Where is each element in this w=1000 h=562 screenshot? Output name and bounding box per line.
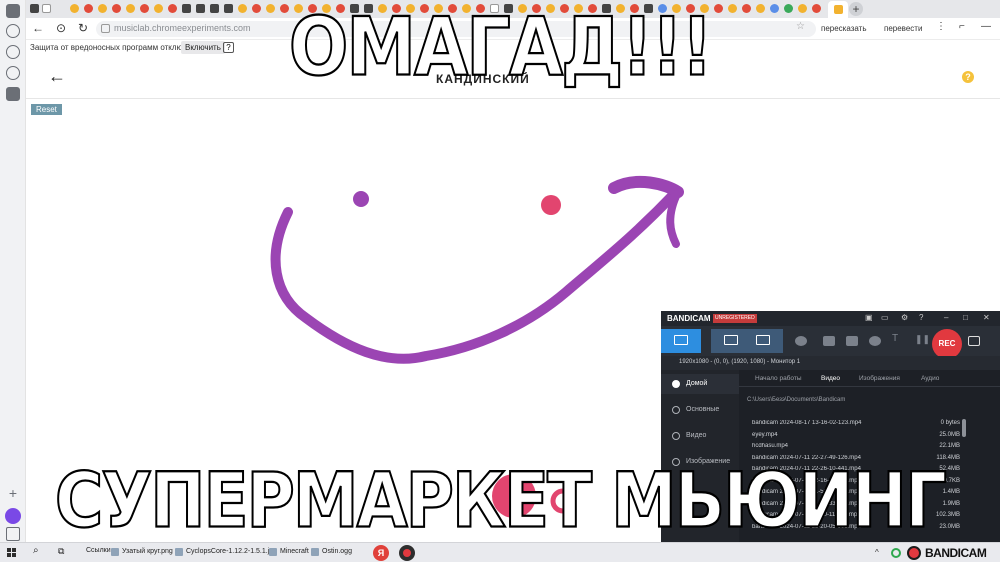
tab-images[interactable]: Изображения xyxy=(859,375,900,382)
video-icon xyxy=(672,432,680,440)
right-eye xyxy=(541,195,561,215)
file-size: 22.1MB xyxy=(939,443,960,449)
file-name: bandicam 2024-08-17 13-16-02-123.mp4 xyxy=(752,420,862,426)
nav-general[interactable]: Основные xyxy=(661,400,739,420)
file-list-scrollbar[interactable] xyxy=(962,419,966,437)
settings-icon[interactable]: ⚙ xyxy=(901,313,908,322)
home-icon xyxy=(672,380,680,388)
bandicam-logo: BANDICAM xyxy=(667,314,711,323)
file-size: 25.0MB xyxy=(939,431,960,438)
unregistered-badge: UNREGISTERED xyxy=(713,314,757,323)
task-view-icon[interactable]: ⧉ xyxy=(58,546,64,557)
taskbar-item[interactable]: Ostin.ogg xyxy=(308,544,355,561)
search-icon[interactable]: ⌕ xyxy=(33,545,39,556)
taskbar: ⌕ ⧉ Ссылки Узатый круг.png CyclopsCore-1… xyxy=(0,542,1000,562)
gamepad-icon xyxy=(756,335,770,345)
tray-chevron-icon[interactable]: ^ xyxy=(875,548,879,557)
tray-record-icon[interactable] xyxy=(907,546,921,560)
meme-bottom-caption: СУПЕРМАРКЕТ МЬЮИНГ xyxy=(54,455,948,546)
nav-label: Домой xyxy=(686,380,708,387)
taskbar-item[interactable]: Узатый круг.png xyxy=(108,544,176,561)
microphone-icon[interactable] xyxy=(846,336,858,346)
nav-home[interactable]: Домой xyxy=(661,374,739,394)
close-icon[interactable]: ✕ xyxy=(983,313,990,322)
screen-mode-button[interactable] xyxy=(661,329,701,353)
system-tray: ^ BANDICAM xyxy=(875,546,995,560)
gear-icon xyxy=(672,406,680,414)
output-path[interactable]: C:\Users\Безэ\Documents\Bandicam xyxy=(747,397,967,403)
file-size: 0 bytes xyxy=(940,420,960,426)
screenshot-icon[interactable] xyxy=(968,336,980,346)
left-eye xyxy=(353,191,369,207)
screen: + + ← ⊙ ↻ musiclab.chromeexperiments.com… xyxy=(0,0,1000,562)
tab-video[interactable]: Видео xyxy=(821,375,840,382)
smile-stroke xyxy=(270,187,681,364)
bandicam-titlebar: BANDICAM UNREGISTERED ▣ ▭ ⚙ ? – □ ✕ xyxy=(661,311,1000,326)
arrow-head-upper xyxy=(608,175,684,198)
tab-getting-started[interactable]: Начало работы xyxy=(755,375,802,382)
links-toolbar[interactable]: Ссылки xyxy=(86,547,111,554)
game-mode-button[interactable] xyxy=(743,329,783,353)
bandicam-toolbar: T ❚❚ REC xyxy=(661,326,1000,359)
maximize-icon[interactable]: □ xyxy=(963,313,968,322)
record-button[interactable]: REC xyxy=(932,329,962,359)
nav-video[interactable]: Видео xyxy=(661,426,739,446)
nav-label: Видео xyxy=(686,432,707,439)
file-name: hcdhasu.mp4 xyxy=(752,443,789,449)
text-icon[interactable]: T xyxy=(892,333,904,344)
mouse-effect-icon[interactable] xyxy=(869,336,881,346)
capture-info-text: 1920x1080 - (0, 0), (1920, 1080) - Монит… xyxy=(679,359,801,365)
bandicam-tabs: Начало работы Видео Изображения Аудио xyxy=(739,370,1000,387)
file-name: eyey.mp4 xyxy=(752,431,778,438)
taskbar-item[interactable]: Minecraft xyxy=(266,544,312,561)
start-button[interactable] xyxy=(7,548,17,558)
file-row[interactable]: hcdhasu.mp4 22.1MB xyxy=(752,442,960,454)
bandicam-taskbar-icon[interactable] xyxy=(399,545,415,561)
minimize-icon[interactable]: – xyxy=(944,313,948,322)
help-icon[interactable]: ? xyxy=(919,313,923,322)
file-row[interactable]: bandicam 2024-08-17 13-16-02-123.mp4 0 by… xyxy=(752,419,960,431)
nav-label: Основные xyxy=(686,406,720,413)
capture-info-bar: 1920x1080 - (0, 0), (1920, 1080) - Монит… xyxy=(661,356,1000,370)
tab-audio[interactable]: Аудио xyxy=(921,375,939,382)
tray-status-icon[interactable] xyxy=(891,548,901,558)
folder-icon[interactable]: ▭ xyxy=(881,313,889,322)
lock-icon[interactable]: ▣ xyxy=(865,313,873,322)
hdmi-icon xyxy=(724,335,738,345)
file-row[interactable]: eyey.mp4 25.0MB xyxy=(752,431,960,443)
monitor-icon xyxy=(674,335,688,345)
pause-icon[interactable]: ❚❚ xyxy=(915,334,930,344)
yandex-browser-icon[interactable]: Я xyxy=(373,545,389,561)
meme-top-caption: ОМАГАД!!! xyxy=(288,0,714,95)
tray-bandicam-label: BANDICAM xyxy=(925,546,987,560)
webcam-icon[interactable] xyxy=(795,336,807,346)
arrow-head-lower xyxy=(666,188,682,248)
speaker-icon[interactable] xyxy=(823,336,835,346)
taskbar-item[interactable]: CyclopsCore-1.12.2-1.5.1.jar xyxy=(172,544,279,561)
